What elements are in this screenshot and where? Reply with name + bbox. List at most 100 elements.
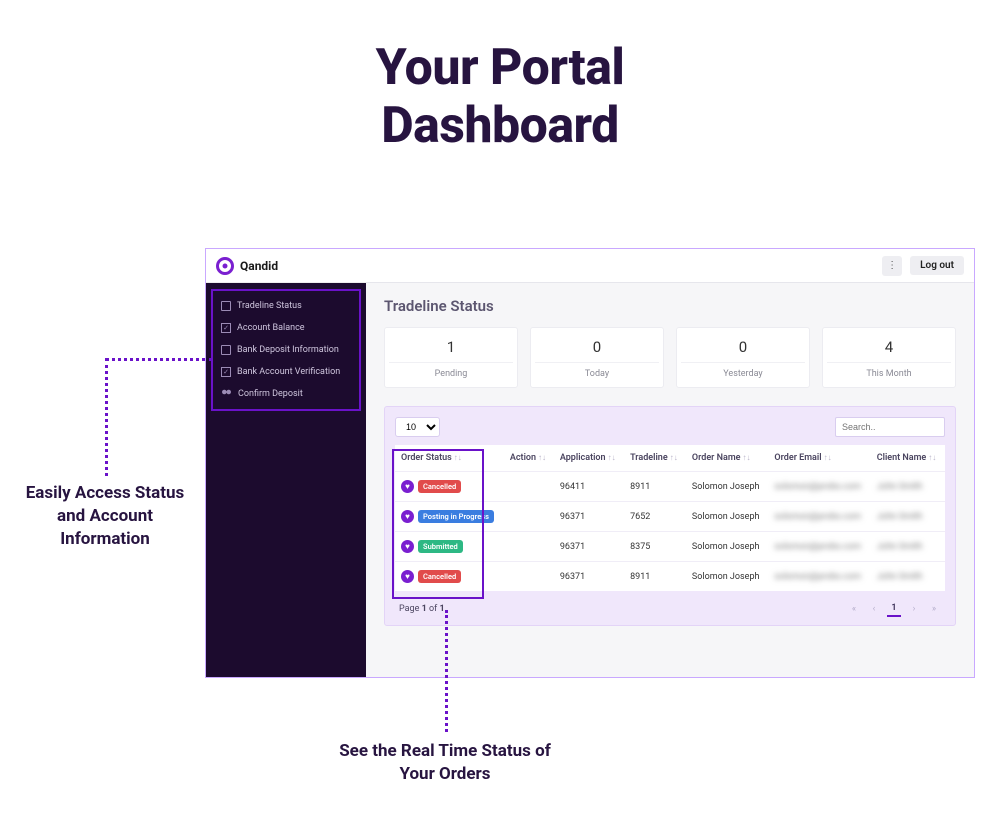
cell-application: 96371 (554, 502, 624, 532)
logout-button[interactable]: Log out (910, 256, 964, 275)
status-cell: ♥ Posting in Progress (401, 510, 498, 523)
list-icon (221, 301, 231, 311)
cell-application: 96411 (554, 472, 624, 502)
col-order-status[interactable]: Order Status↑↓ (395, 445, 504, 472)
search-input[interactable] (835, 417, 945, 437)
status-cell: ♥Cancelled (401, 570, 498, 583)
check-icon (221, 323, 231, 333)
cell-client-name: John Smith (871, 502, 945, 532)
cell-order-email: solomon@probo.com (768, 472, 870, 502)
stat-value: 1 (389, 338, 513, 356)
connector-bottom-vertical (445, 610, 448, 732)
col-order-name[interactable]: Order Name↑↓ (686, 445, 769, 472)
stat-label: Pending (389, 362, 513, 379)
sort-icon: ↑↓ (454, 453, 462, 462)
col-tradeline[interactable]: Tradeline↑↓ (624, 445, 686, 472)
sidebar-item-label: Confirm Deposit (238, 389, 303, 399)
sidebar-item-tradeline-status[interactable]: Tradeline Status (213, 295, 359, 317)
stat-value: 4 (827, 338, 951, 356)
kebab-icon: ⋮ (887, 260, 897, 271)
pager: « ‹ 1 › » (847, 601, 941, 617)
app-frame: Qandid Tradeline Status Account Balance … (205, 248, 975, 678)
page-title: Tradeline Status (384, 297, 956, 315)
sidebar: Qandid Tradeline Status Account Balance … (206, 249, 366, 677)
sidebar-item-confirm-deposit[interactable]: Confirm Deposit (213, 383, 359, 405)
sort-icon: ↑↓ (743, 453, 751, 462)
sort-icon: ↑↓ (608, 453, 616, 462)
brand-name: Qandid (240, 259, 278, 273)
stat-card-this-month[interactable]: 4 This Month (822, 327, 956, 388)
pager-next[interactable]: › (907, 601, 921, 617)
sort-icon: ↑↓ (670, 453, 678, 462)
cell-order-email: solomon@probo.com (768, 532, 870, 562)
sidebar-item-account-balance[interactable]: Account Balance (213, 317, 359, 339)
orders-table: Order Status↑↓ Action↑↓ Application↑↓ Tr… (395, 445, 945, 591)
cell-application: 96371 (554, 562, 624, 592)
sort-icon: ↑↓ (928, 453, 936, 462)
pager-first[interactable]: « (847, 601, 861, 617)
heart-icon: ♥ (401, 540, 414, 553)
pager-current[interactable]: 1 (887, 601, 901, 617)
status-cell: ♥ Cancelled (401, 480, 498, 493)
stat-card-today[interactable]: 0 Today (530, 327, 664, 388)
table-row[interactable]: ♥ Cancelled 964118911Solomon Josephsolomon… (395, 472, 945, 502)
sidebar-item-label: Tradeline Status (237, 301, 302, 311)
status-cell: ♥ Submitted (401, 540, 498, 553)
person-icon (221, 389, 232, 399)
sidebar-item-label: Account Balance (237, 323, 305, 333)
topbar: ⋮ Log out (366, 249, 974, 283)
table-footer: Page 1 of 1 « ‹ 1 › » (395, 591, 945, 619)
status-pill: Posting in Progress (418, 510, 494, 523)
heart-icon: ♥ (401, 480, 414, 493)
table-row[interactable]: ♥Posting in Progress963717652Solomon Jos… (395, 502, 945, 532)
col-order-email[interactable]: Order Email↑↓ (768, 445, 870, 472)
stat-value: 0 (681, 338, 805, 356)
hero-line2: Dashboard (0, 98, 1000, 156)
page-info: Page 1 of 1 (399, 604, 445, 614)
cell-client-name: John Smith (871, 562, 945, 592)
cell-order-email: solomon@probo.com (768, 502, 870, 532)
pager-prev[interactable]: ‹ (867, 601, 881, 617)
heart-icon: ♥ (401, 510, 414, 523)
cell-order-name: Solomon Joseph (686, 472, 769, 502)
pager-last[interactable]: » (927, 601, 941, 617)
main-content: Tradeline Status 1 Pending 0 Today 0 Yes… (366, 283, 974, 677)
more-menu-button[interactable]: ⋮ (882, 256, 902, 276)
heart-icon: ♥ (401, 570, 414, 583)
stat-card-pending[interactable]: 1 Pending (384, 327, 518, 388)
col-application[interactable]: Application↑↓ (554, 445, 624, 472)
table-row[interactable]: ♥Submitted963718375Solomon Josephsolomon… (395, 532, 945, 562)
cell-action (504, 472, 554, 502)
callout-orders: See the Real Time Status of Your Orders (320, 740, 570, 786)
cell-application: 96371 (554, 532, 624, 562)
table-row[interactable]: ♥Cancelled963718911Solomon Josephsolomon… (395, 562, 945, 592)
brand-logo-icon (216, 257, 234, 275)
rows-per-page-select[interactable]: 10 (395, 417, 440, 437)
sidebar-item-label: Bank Account Verification (237, 367, 340, 377)
hero-line1: Your Portal (0, 40, 1000, 98)
connector-left-horizontal (105, 358, 213, 361)
connector-left-vertical (105, 358, 108, 476)
col-action[interactable]: Action↑↓ (504, 445, 554, 472)
orders-table-panel: 10 Order Status↑↓ Action↑↓ Application↑↓… (384, 406, 956, 626)
document-icon (221, 345, 231, 355)
sidebar-item-bank-deposit-info[interactable]: Bank Deposit Information (213, 339, 359, 361)
sort-icon: ↑↓ (824, 453, 832, 462)
sort-icon: ↑↓ (538, 453, 546, 462)
stat-value: 0 (535, 338, 659, 356)
stat-card-yesterday[interactable]: 0 Yesterday (676, 327, 810, 388)
cell-tradeline: 8911 (624, 472, 686, 502)
status-pill: Submitted (418, 540, 463, 553)
cell-order-name: Solomon Joseph (686, 532, 769, 562)
brand[interactable]: Qandid (206, 249, 366, 283)
cell-tradeline: 8911 (624, 562, 686, 592)
sidebar-item-label: Bank Deposit Information (237, 345, 339, 355)
cell-client-name: John Smith (871, 472, 945, 502)
col-client-name[interactable]: Client Name↑↓ (871, 445, 945, 472)
table-header-row: Order Status↑↓ Action↑↓ Application↑↓ Tr… (395, 445, 945, 472)
cell-action (504, 502, 554, 532)
stat-label: This Month (827, 362, 951, 379)
table-controls: 10 (395, 417, 945, 437)
sidebar-item-bank-account-verification[interactable]: Bank Account Verification (213, 361, 359, 383)
status-pill: Cancelled (418, 480, 461, 493)
